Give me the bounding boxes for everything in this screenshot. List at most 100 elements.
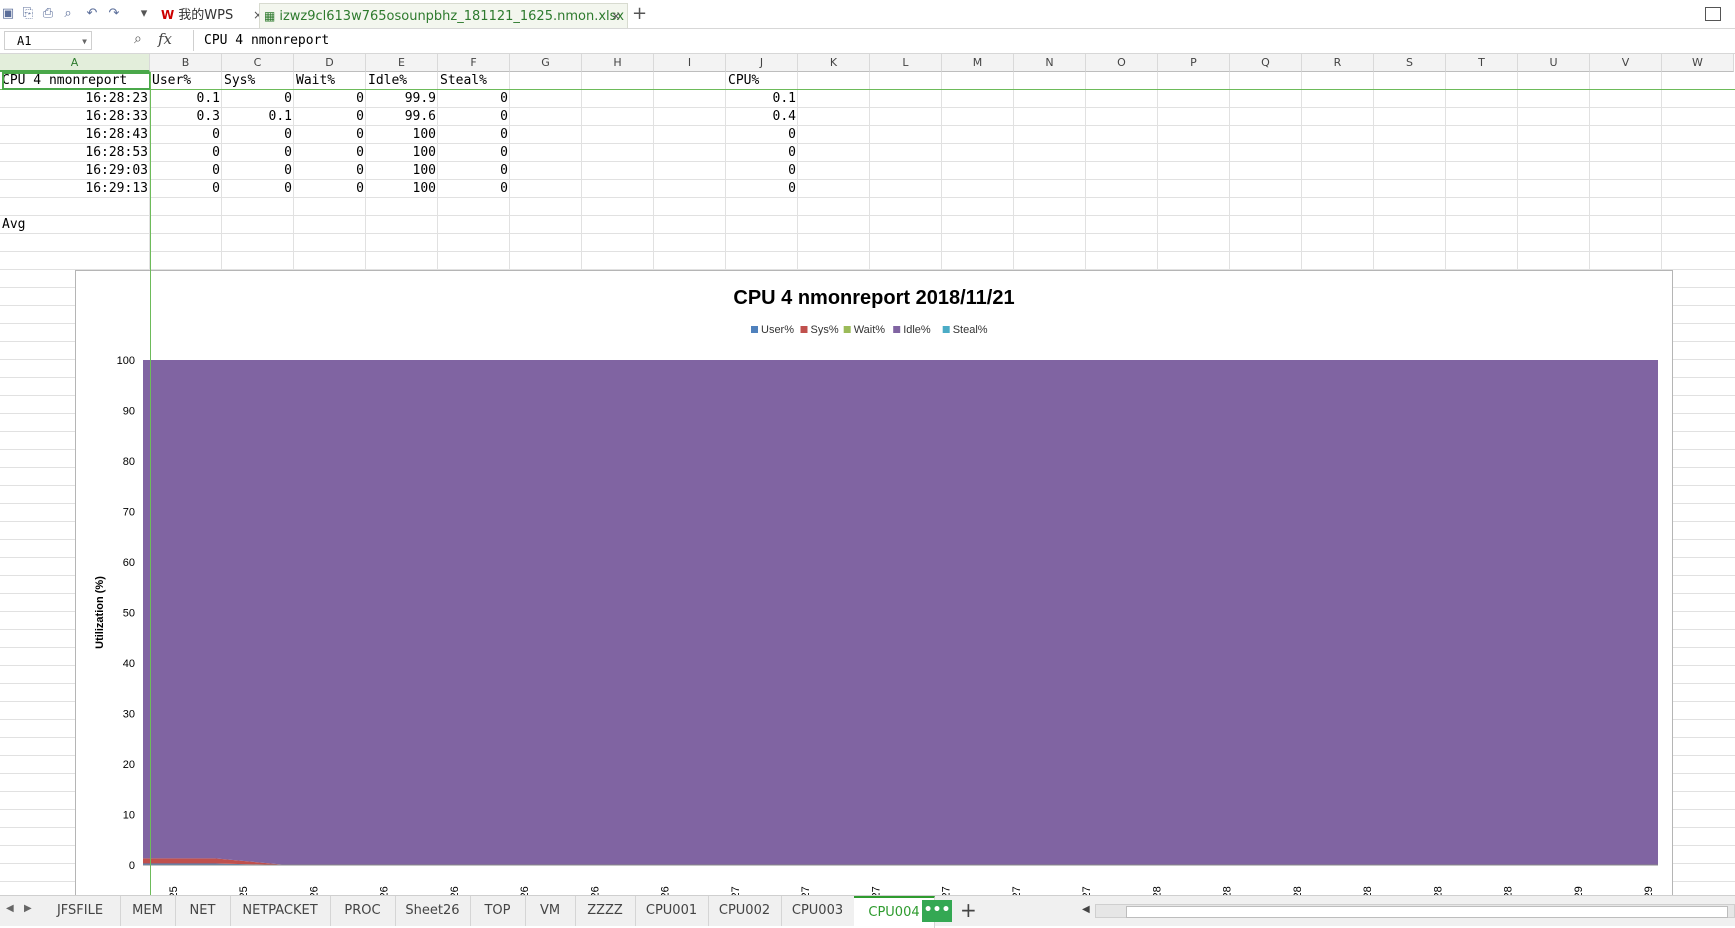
steal-cell[interactable]: 0 bbox=[438, 162, 510, 180]
worksheet-grid[interactable]: ABCDEFGHIJKLMNOPQRSTUVW CPU 4 nmonreport… bbox=[0, 54, 1735, 895]
user-cell[interactable]: 0 bbox=[150, 180, 222, 198]
column-header-J[interactable]: J bbox=[726, 54, 798, 72]
export-icon[interactable]: ⎘ bbox=[20, 6, 36, 22]
print-icon[interactable]: ⎙ bbox=[40, 6, 56, 22]
column-header-B[interactable]: B bbox=[150, 54, 222, 72]
tab-my-wps[interactable]: W 我的WPS × bbox=[157, 3, 263, 27]
cpu-cell[interactable]: 0 bbox=[726, 162, 798, 180]
time-cell[interactable]: 16:28:33 bbox=[0, 108, 150, 126]
sheet-tab-sheet26[interactable]: Sheet26 bbox=[395, 896, 471, 926]
tab-workbook[interactable]: ▦ izwz9cl613w765osounpbhz_181121_1625.nmo… bbox=[259, 3, 628, 48]
column-header-C[interactable]: C bbox=[222, 54, 294, 72]
name-box[interactable]: A1 ▼ bbox=[4, 31, 92, 50]
column-header-I[interactable]: I bbox=[654, 54, 726, 72]
column-header-A[interactable]: A bbox=[0, 54, 150, 72]
wait-cell[interactable]: 0 bbox=[294, 108, 366, 126]
column-header-S[interactable]: S bbox=[1374, 54, 1446, 72]
wait-cell[interactable]: 0 bbox=[294, 180, 366, 198]
sheet-tab-net[interactable]: NET bbox=[175, 896, 231, 926]
column-header-N[interactable]: N bbox=[1014, 54, 1086, 72]
column-header-O[interactable]: O bbox=[1086, 54, 1158, 72]
scrollbar-thumb[interactable] bbox=[1126, 906, 1728, 918]
header-cell[interactable]: Wait% bbox=[294, 72, 366, 90]
wait-cell[interactable]: 0 bbox=[294, 144, 366, 162]
scroll-left-icon[interactable]: ◀ bbox=[1082, 904, 1090, 915]
column-header-P[interactable]: P bbox=[1158, 54, 1230, 72]
column-header-R[interactable]: R bbox=[1302, 54, 1374, 72]
time-cell[interactable]: 16:29:03 bbox=[0, 162, 150, 180]
time-cell[interactable]: 16:28:53 bbox=[0, 144, 150, 162]
formula-input[interactable]: CPU 4 nmonreport bbox=[193, 30, 1733, 51]
chevron-down-icon[interactable]: ▾ bbox=[136, 6, 152, 22]
column-header-D[interactable]: D bbox=[294, 54, 366, 72]
idle-cell[interactable]: 100 bbox=[366, 126, 438, 144]
sheet-tab-zzzz[interactable]: ZZZZ bbox=[575, 896, 636, 926]
steal-cell[interactable]: 0 bbox=[438, 108, 510, 126]
cpu-cell[interactable]: 0 bbox=[726, 126, 798, 144]
wait-cell[interactable]: 0 bbox=[294, 126, 366, 144]
sys-cell[interactable]: 0 bbox=[222, 144, 294, 162]
window-restore-icon[interactable] bbox=[1705, 7, 1721, 21]
column-header-H[interactable]: H bbox=[582, 54, 654, 72]
idle-cell[interactable]: 99.6 bbox=[366, 108, 438, 126]
time-cell[interactable]: 16:28:23 bbox=[0, 90, 150, 108]
sys-cell[interactable]: 0 bbox=[222, 90, 294, 108]
sheet-tab-netpacket[interactable]: NETPACKET bbox=[230, 896, 331, 926]
redo-icon[interactable]: ↷ bbox=[106, 6, 122, 22]
time-cell[interactable]: 16:28:43 bbox=[0, 126, 150, 144]
user-cell[interactable]: 0.3 bbox=[150, 108, 222, 126]
sheet-tab-mem[interactable]: MEM bbox=[120, 896, 176, 926]
sys-cell[interactable]: 0.1 bbox=[222, 108, 294, 126]
column-header-E[interactable]: E bbox=[366, 54, 438, 72]
sys-cell[interactable]: 0 bbox=[222, 126, 294, 144]
first-sheet-icon[interactable]: ◀ bbox=[6, 903, 14, 914]
column-header-T[interactable]: T bbox=[1446, 54, 1518, 72]
chevron-down-icon[interactable]: ▼ bbox=[82, 32, 87, 51]
last-sheet-icon[interactable]: ▶ bbox=[24, 903, 32, 914]
user-cell[interactable]: 0 bbox=[150, 144, 222, 162]
column-header-Q[interactable]: Q bbox=[1230, 54, 1302, 72]
idle-cell[interactable]: 100 bbox=[366, 144, 438, 162]
save-icon[interactable]: ▣ bbox=[0, 6, 16, 22]
user-cell[interactable]: 0 bbox=[150, 126, 222, 144]
sheet-tab-cpu003[interactable]: CPU003 bbox=[781, 896, 855, 926]
column-header-F[interactable]: F bbox=[438, 54, 510, 72]
header-cell[interactable]: Steal% bbox=[438, 72, 510, 90]
wait-cell[interactable]: 0 bbox=[294, 162, 366, 180]
column-header-U[interactable]: U bbox=[1518, 54, 1590, 72]
user-cell[interactable]: 0.1 bbox=[150, 90, 222, 108]
idle-cell[interactable]: 100 bbox=[366, 162, 438, 180]
header-cell[interactable]: Idle% bbox=[366, 72, 438, 90]
sys-cell[interactable]: 0 bbox=[222, 162, 294, 180]
sys-cell[interactable]: 0 bbox=[222, 180, 294, 198]
sheet-tab-cpu002[interactable]: CPU002 bbox=[708, 896, 782, 926]
sheet-tab-vm[interactable]: VM bbox=[525, 896, 576, 926]
time-cell[interactable]: 16:29:13 bbox=[0, 180, 150, 198]
column-header-M[interactable]: M bbox=[942, 54, 1014, 72]
undo-icon[interactable]: ↶ bbox=[84, 6, 100, 22]
more-sheets-button[interactable]: ••• bbox=[922, 900, 952, 922]
idle-cell[interactable]: 99.9 bbox=[366, 90, 438, 108]
idle-cell[interactable]: 100 bbox=[366, 180, 438, 198]
print-preview-icon[interactable]: ⌕ bbox=[60, 6, 76, 22]
new-tab-plus-icon[interactable]: + bbox=[632, 3, 647, 24]
header-cell[interactable]: Sys% bbox=[222, 72, 294, 90]
column-header-W[interactable]: W bbox=[1662, 54, 1734, 72]
zoom-icon[interactable]: ⌕ bbox=[134, 31, 142, 47]
header-cell[interactable]: User% bbox=[150, 72, 222, 90]
cpu-cell[interactable]: 0 bbox=[726, 180, 798, 198]
cpu-cell[interactable]: 0 bbox=[726, 144, 798, 162]
column-header-G[interactable]: G bbox=[510, 54, 582, 72]
column-header-K[interactable]: K bbox=[798, 54, 870, 72]
cpu-cell[interactable]: 0.4 bbox=[726, 108, 798, 126]
header-cell[interactable]: CPU% bbox=[726, 72, 798, 90]
close-icon[interactable]: × bbox=[611, 4, 621, 28]
user-cell[interactable]: 0 bbox=[150, 162, 222, 180]
wait-cell[interactable]: 0 bbox=[294, 90, 366, 108]
column-header-V[interactable]: V bbox=[1590, 54, 1662, 72]
sheet-tab-cpu001[interactable]: CPU001 bbox=[635, 896, 709, 926]
avg-label-cell[interactable]: Avg bbox=[0, 216, 150, 234]
column-header-L[interactable]: L bbox=[870, 54, 942, 72]
cpu-chart[interactable]: CPU 4 nmonreport 2018/11/21 User% Sys% Wait… bbox=[75, 270, 1673, 895]
add-sheet-icon[interactable]: + bbox=[960, 898, 977, 922]
